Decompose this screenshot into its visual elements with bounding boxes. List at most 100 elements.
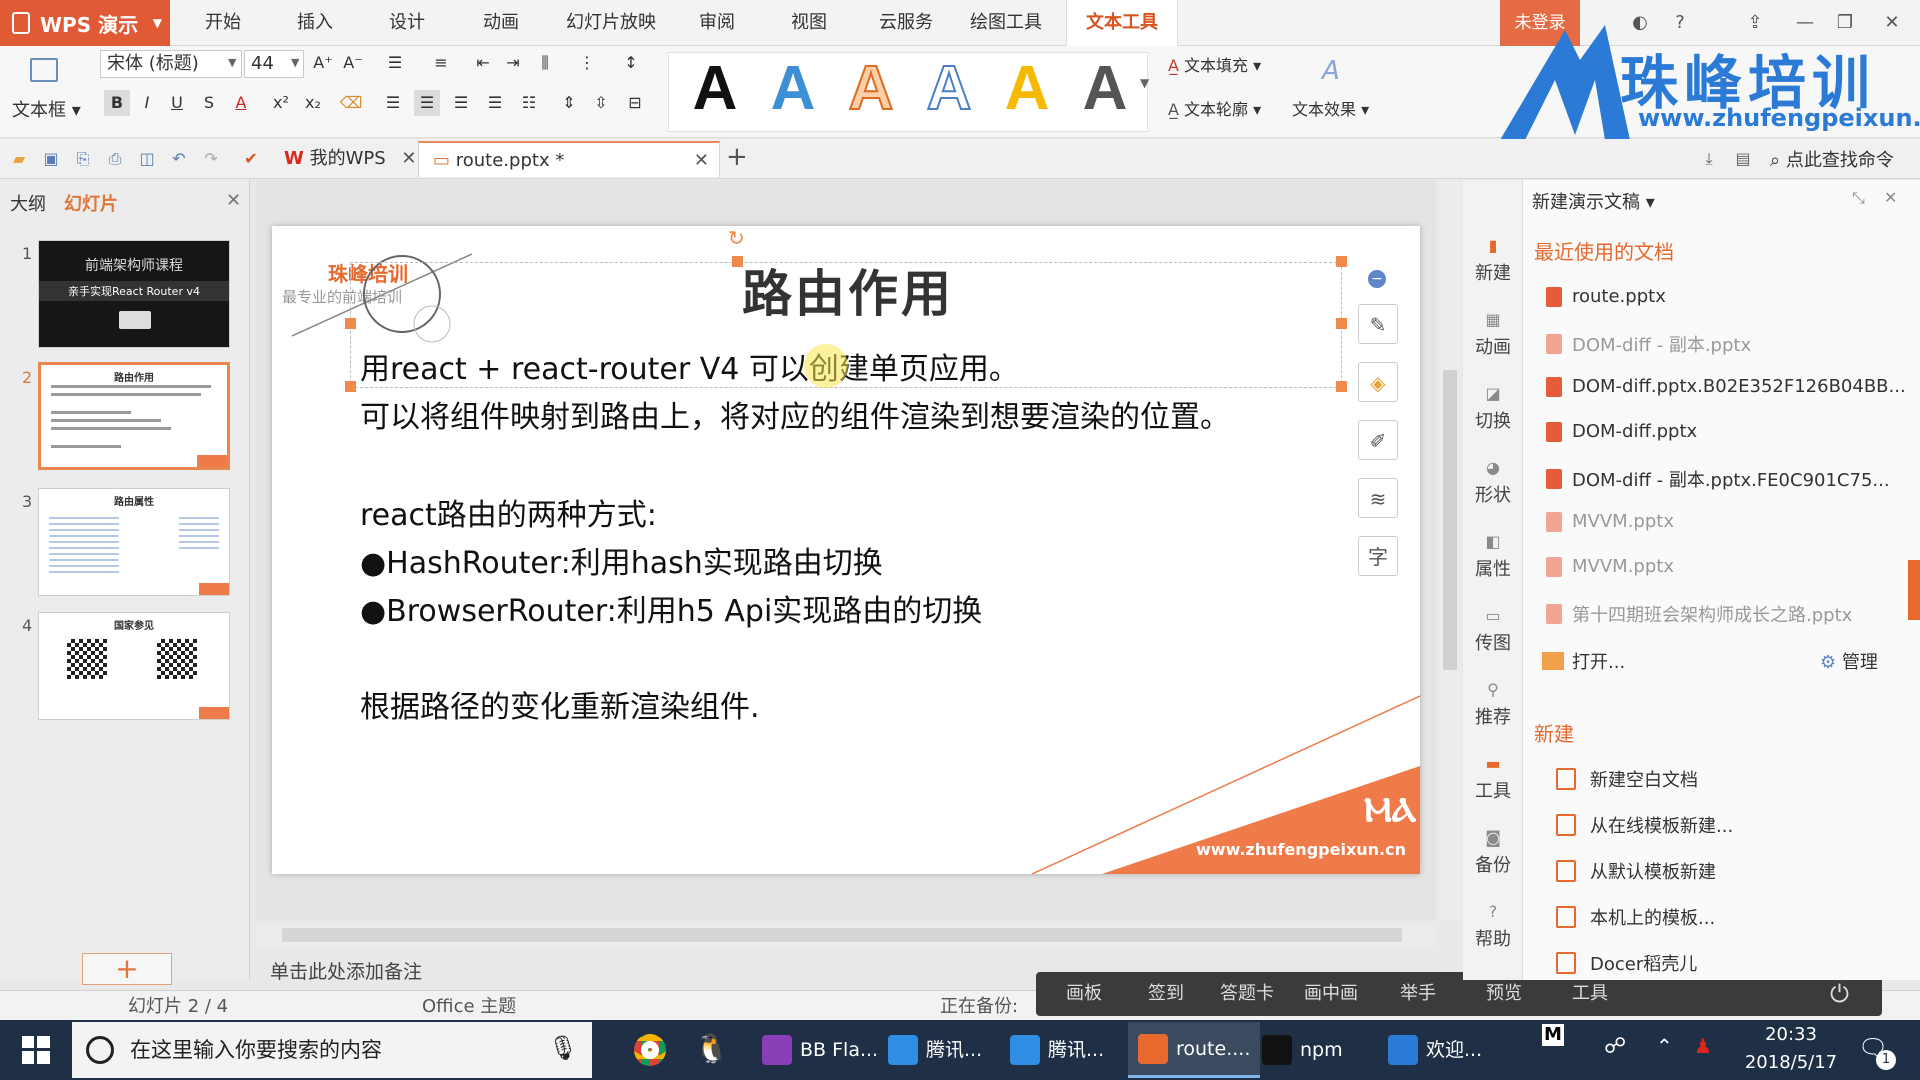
menu-view[interactable]: 视图	[774, 0, 844, 46]
pane-title[interactable]: 新建演示文稿 ▾	[1532, 188, 1655, 214]
save-as-icon[interactable]: ⎘	[72, 148, 94, 170]
taskbar-app[interactable]: 腾讯...	[878, 1022, 992, 1078]
text-fill-button[interactable]: A̲ 文本填充 ▾	[1168, 52, 1261, 76]
pane-new[interactable]: ▮ 新建	[1466, 236, 1520, 285]
print-icon[interactable]: ⎙	[104, 148, 126, 170]
tab-slides[interactable]: 幻灯片	[64, 190, 118, 216]
tray-chevron-up-icon[interactable]: ⌃	[1656, 1034, 1673, 1058]
line-spacing-icon[interactable]: ⋮	[574, 50, 600, 76]
pane-edge-tab[interactable]	[1908, 560, 1920, 620]
wps-app-menu-button[interactable]: WPS 演示 ▼	[0, 0, 170, 46]
menu-design[interactable]: 设计	[372, 0, 442, 46]
bold-button[interactable]: B	[104, 90, 130, 116]
recent-doc-item[interactable]: DOM-diff - 副本.pptx	[1546, 331, 1751, 357]
tab-my-wps[interactable]: W 我的WPS ✕	[270, 141, 431, 177]
fill-icon[interactable]: ◈	[1358, 362, 1398, 402]
tool-pip[interactable]: 画中画	[1304, 972, 1358, 1016]
align-right-icon[interactable]: ☰	[448, 90, 474, 116]
tool-answer-card[interactable]: 答题卡	[1220, 972, 1274, 1016]
clock-time[interactable]: 20:33	[1736, 1024, 1846, 1045]
tool-signin[interactable]: 签到	[1148, 972, 1184, 1016]
grow-font-icon[interactable]: A⁺	[310, 50, 336, 76]
new-doc-option[interactable]: 新建空白文档	[1556, 766, 1698, 792]
pane-transition[interactable]: ◪ 切换	[1466, 384, 1520, 433]
horizontal-scrollbar[interactable]	[256, 924, 1436, 946]
new-doc-option[interactable]: 从在线模板新建...	[1556, 812, 1733, 838]
increase-indent-icon[interactable]: ⇥	[500, 50, 526, 76]
menu-slideshow[interactable]: 幻灯片放映	[556, 0, 666, 46]
redo-icon[interactable]: ↷	[200, 148, 222, 170]
bullets-icon[interactable]: ☰	[382, 50, 408, 76]
recent-doc-item[interactable]: DOM-diff - 副本.pptx.FE0C901C75...	[1546, 466, 1890, 492]
recent-doc-item[interactable]: MVVM.pptx	[1546, 556, 1674, 577]
add-slide-button[interactable]: +	[82, 953, 172, 985]
new-tab-icon[interactable]: +	[726, 142, 748, 172]
tool-raise-hand[interactable]: 举手	[1400, 972, 1436, 1016]
manage-button[interactable]: ⚙ 管理	[1820, 648, 1878, 674]
collapse-icon[interactable]: −	[1368, 270, 1386, 288]
columns-icon[interactable]: ⫼	[532, 50, 558, 76]
pane-send-image[interactable]: ▭ 传图	[1466, 606, 1520, 655]
taskbar-search-input[interactable]: 在这里输入你要搜索的内容	[72, 1022, 592, 1078]
slide-thumbnail-4[interactable]: 国家参见	[38, 612, 230, 720]
open-button[interactable]: 打开...	[1542, 648, 1625, 674]
close-icon[interactable]: ✕	[226, 190, 241, 211]
chrome-icon[interactable]	[634, 1034, 666, 1066]
tool-board[interactable]: 画板	[1066, 972, 1102, 1016]
text-style-swatch[interactable]: A	[992, 54, 1062, 124]
underline-button[interactable]: U	[164, 90, 190, 116]
new-doc-option[interactable]: Docer稻壳儿	[1556, 950, 1697, 976]
text-align-vertical-icon[interactable]: ⊟	[622, 90, 648, 116]
vertical-scrollbar[interactable]	[1440, 180, 1460, 920]
spacing-icon[interactable]: ⇳	[588, 90, 614, 116]
pane-animation[interactable]: ▦ 动画	[1466, 310, 1520, 359]
slide-thumbnail-2[interactable]: 路由作用	[38, 362, 230, 470]
align-left-icon[interactable]: ☰	[380, 90, 406, 116]
distribute-icon[interactable]: ☷	[516, 90, 542, 116]
text-outline-button[interactable]: A̲ 文本轮廓 ▾	[1168, 96, 1261, 120]
open-icon[interactable]: ▰	[8, 148, 30, 170]
slide-thumbnail-1[interactable]: 前端架构师课程 亲手实现React Router v4	[38, 240, 230, 348]
numbering-icon[interactable]: ≡	[428, 50, 454, 76]
justify-icon[interactable]: ☰	[482, 90, 508, 116]
pane-recommend[interactable]: ⚲ 推荐	[1466, 680, 1520, 729]
clock-date[interactable]: 2018/5/17	[1736, 1052, 1846, 1073]
format-painter-icon[interactable]: ✔	[240, 148, 262, 170]
recent-doc-item[interactable]: 第十四期班会架构师成长之路.pptx	[1546, 601, 1852, 627]
undo-icon[interactable]: ↶	[168, 148, 190, 170]
text-style-swatch[interactable]: A	[680, 54, 750, 124]
qq-icon[interactable]: 🐧	[694, 1032, 729, 1065]
command-search[interactable]: ⌕ 点此查找命令	[1770, 146, 1894, 172]
recent-doc-item[interactable]: DOM-diff.pptx.B02E352F126B04BB...	[1546, 376, 1906, 397]
slide-thumbnail-3[interactable]: 路由属性	[38, 488, 230, 596]
taskbar-app[interactable]: 腾讯...	[1000, 1022, 1114, 1078]
menu-animation[interactable]: 动画	[466, 0, 536, 46]
decrease-indent-icon[interactable]: ⇤	[470, 50, 496, 76]
taskbar-app[interactable]: 欢迎...	[1378, 1022, 1492, 1078]
subscript-button[interactable]: x₂	[300, 90, 326, 116]
close-icon[interactable]: ✕	[1872, 0, 1912, 46]
tab-route-pptx[interactable]: ▭ route.pptx * ✕	[418, 141, 720, 177]
menu-cloud[interactable]: 云服务	[864, 0, 948, 46]
menu-review[interactable]: 审阅	[682, 0, 752, 46]
menu-home[interactable]: 开始	[188, 0, 258, 46]
tab-outline[interactable]: 大纲	[10, 190, 46, 216]
recent-doc-item[interactable]: route.pptx	[1546, 286, 1666, 307]
clear-format-icon[interactable]: ⌫	[338, 90, 364, 116]
tray-app-icon[interactable]: ♟	[1694, 1034, 1712, 1058]
font-color-button[interactable]: A	[228, 90, 254, 116]
menu-drawing-tools[interactable]: 绘图工具	[960, 0, 1052, 46]
text-layout-icon[interactable]: 字	[1358, 536, 1398, 576]
strike-button[interactable]: S	[196, 90, 222, 116]
text-style-swatch[interactable]: A	[758, 54, 828, 124]
taskbar-app[interactable]: npm	[1252, 1022, 1353, 1078]
outline-icon[interactable]: ✐	[1358, 420, 1398, 460]
ime-icon[interactable]: M	[1542, 1024, 1564, 1046]
taskbar-app[interactable]: route....	[1128, 1022, 1261, 1078]
pin-icon[interactable]: ⤓	[1698, 148, 1720, 170]
new-doc-option[interactable]: 从默认模板新建	[1556, 858, 1716, 884]
gallery-more-icon[interactable]: ▼	[1140, 76, 1149, 90]
windows-start-icon[interactable]	[22, 1036, 50, 1064]
superscript-button[interactable]: x²	[268, 90, 294, 116]
text-direction-icon[interactable]: ↕	[618, 50, 644, 76]
